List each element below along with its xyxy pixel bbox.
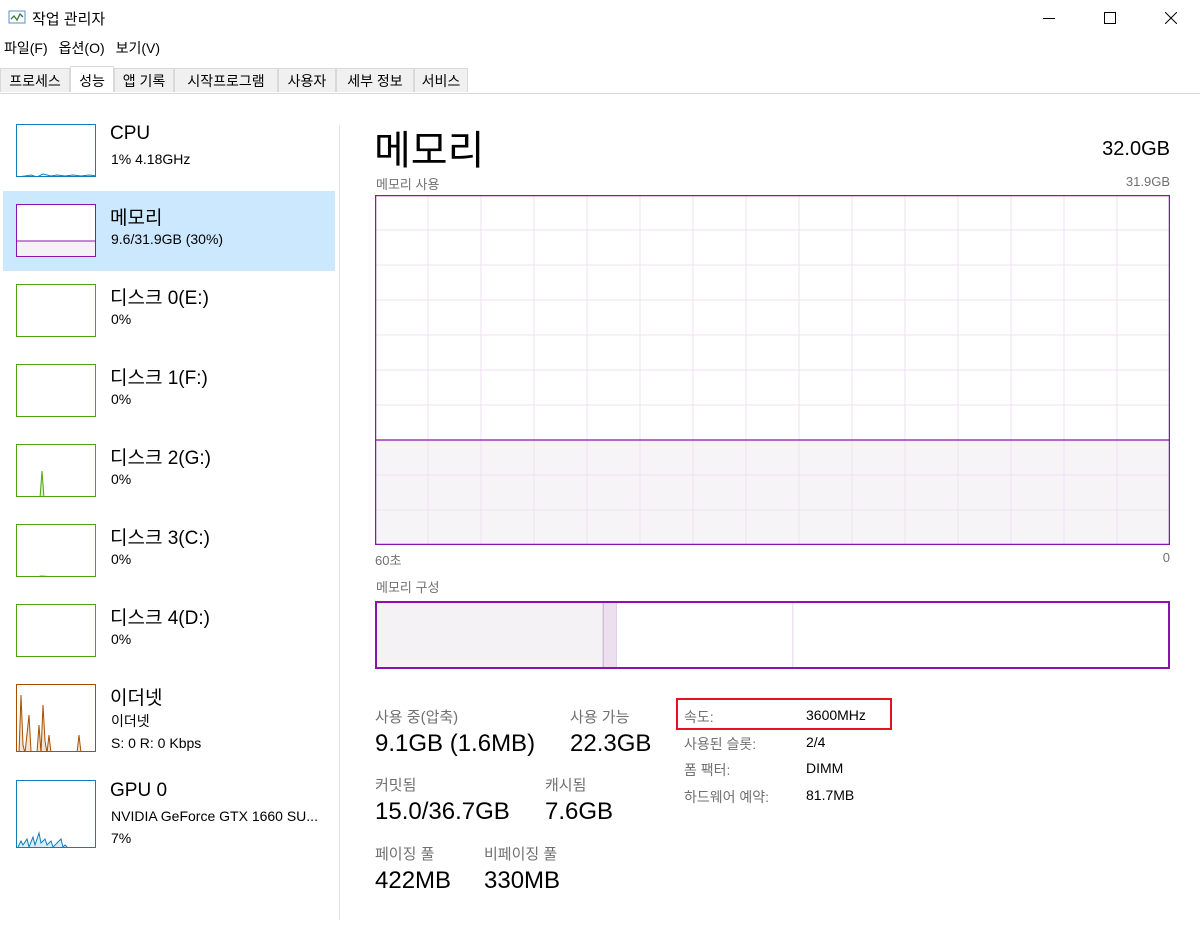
sidebar-item-disk-3[interactable]: 디스크 3(C:) 0%	[3, 511, 335, 591]
sidebar-detail: 7%	[111, 830, 132, 846]
stat-in-use-value: 9.1GB (1.6MB)	[375, 730, 536, 757]
disk-0-thumbnail-graph	[16, 284, 96, 337]
composition-modified-segment[interactable]	[603, 601, 617, 669]
spec-form-factor-label: 폼 팩터:	[684, 762, 731, 778]
sidebar-subtitle: 9.6/31.9GB (30%)	[111, 231, 224, 247]
sidebar-item-ethernet[interactable]: 이더넷 이더넷 S: 0 R: 0 Kbps	[3, 671, 335, 752]
menu-options[interactable]: 옵션(O)	[59, 38, 105, 60]
total-memory: 32.0GB	[1102, 138, 1170, 160]
stat-cached-value: 7.6GB	[545, 798, 614, 825]
stat-cached-label: 캐시됨	[545, 777, 587, 794]
stat-nonpaged-pool-label: 비페이징 풀	[484, 846, 558, 863]
stat-in-use-label: 사용 중(압축)	[375, 709, 459, 726]
spec-hardware-reserved-value: 81.7MB	[806, 787, 855, 803]
sidebar-title: 메모리	[110, 208, 163, 229]
menu-view[interactable]: 보기(V)	[116, 38, 160, 60]
ethernet-thumbnail-graph	[16, 684, 96, 752]
sidebar-item-cpu[interactable]: CPU 1% 4.18GHz	[3, 111, 335, 191]
stat-available-label: 사용 가능	[570, 709, 630, 726]
disk-1-thumbnail-graph	[16, 364, 96, 417]
gpu-thumbnail-graph	[16, 780, 96, 848]
disk-2-thumbnail-graph	[16, 444, 96, 497]
spec-slots-label: 사용된 슬롯:	[684, 736, 757, 752]
sidebar-divider	[339, 125, 340, 920]
sidebar-subtitle: 0%	[111, 631, 132, 647]
time-axis-right: 0	[1162, 550, 1170, 565]
tab-performance[interactable]: 성능	[70, 66, 114, 92]
stat-paged-pool-label: 페이징 풀	[375, 846, 435, 863]
cpu-thumbnail-graph	[16, 124, 96, 177]
minimize-button[interactable]	[1022, 0, 1076, 36]
sidebar-subtitle: 1% 4.18GHz	[111, 151, 191, 167]
sidebar-item-memory[interactable]: 메모리 9.6/31.9GB (30%)	[3, 191, 335, 271]
tab-services[interactable]: 서비스	[414, 68, 468, 92]
disk-4-thumbnail-graph	[16, 604, 96, 657]
time-axis-left: 60초	[375, 553, 402, 568]
sidebar-title: GPU 0	[110, 780, 168, 801]
close-button[interactable]	[1144, 0, 1198, 36]
tab-strip: 프로세스 성능 앱 기록 시작프로그램 사용자 세부 정보 서비스	[0, 66, 1200, 94]
tab-users[interactable]: 사용자	[278, 68, 336, 92]
sidebar-item-gpu-0[interactable]: GPU 0 NVIDIA GeForce GTX 1660 SU... 7%	[3, 768, 335, 848]
usage-graph-label: 메모리 사용	[376, 177, 440, 192]
composition-free-segment[interactable]	[793, 601, 1170, 669]
maximize-icon	[1104, 12, 1116, 24]
composition-label: 메모리 구성	[376, 580, 440, 595]
sidebar-item-disk-1[interactable]: 디스크 1(F:) 0%	[3, 351, 335, 431]
sidebar-title: CPU	[110, 123, 151, 144]
sidebar-item-disk-4[interactable]: 디스크 4(D:) 0%	[3, 591, 335, 671]
usage-graph-max: 31.9GB	[1125, 174, 1170, 189]
composition-standby-segment[interactable]	[616, 601, 794, 669]
tab-app-history[interactable]: 앱 기록	[114, 68, 174, 92]
close-icon	[1165, 12, 1177, 24]
sidebar-subtitle: 0%	[111, 471, 132, 487]
sidebar-detail: S: 0 R: 0 Kbps	[111, 735, 202, 751]
spec-speed-value: 3600MHz	[806, 707, 866, 723]
memory-composition-bar[interactable]	[375, 601, 1170, 669]
tab-startup[interactable]: 시작프로그램	[174, 68, 278, 92]
sidebar-subtitle: 0%	[111, 391, 132, 407]
stat-committed-value: 15.0/36.7GB	[375, 798, 510, 825]
memory-thumbnail-graph	[16, 204, 96, 257]
stat-available-value: 22.3GB	[570, 730, 652, 757]
menu-file[interactable]: 파일(F)	[4, 38, 48, 60]
sidebar-title: 디스크 3(C:)	[110, 528, 210, 549]
sidebar-item-disk-2[interactable]: 디스크 2(G:) 0%	[3, 431, 335, 511]
stat-nonpaged-pool-value: 330MB	[484, 867, 561, 894]
usage-fill-area	[375, 440, 1170, 545]
sidebar-subtitle: NVIDIA GeForce GTX 1660 SU...	[111, 808, 318, 824]
maximize-button[interactable]	[1083, 0, 1137, 36]
tab-processes[interactable]: 프로세스	[0, 68, 70, 92]
stat-paged-pool-value: 422MB	[375, 867, 452, 894]
sidebar-title: 디스크 0(E:)	[110, 288, 209, 309]
spec-form-factor-value: DIMM	[806, 760, 844, 776]
composition-in-use-segment[interactable]	[375, 601, 604, 669]
sidebar-title: 디스크 4(D:)	[110, 608, 210, 629]
disk-3-thumbnail-graph	[16, 524, 96, 577]
menu-bar: 파일(F) 옵션(O) 보기(V)	[0, 38, 167, 60]
memory-usage-graph	[375, 195, 1170, 545]
sidebar-title: 디스크 2(G:)	[110, 448, 211, 469]
stat-committed-label: 커밋됨	[375, 777, 417, 794]
task-manager-icon	[8, 10, 26, 24]
window-title: 작업 관리자	[32, 11, 106, 28]
spec-slots-value: 2/4	[806, 734, 826, 750]
title-bar: 작업 관리자	[0, 0, 1200, 36]
sidebar-title: 디스크 1(F:)	[110, 368, 208, 389]
sidebar-item-disk-0[interactable]: 디스크 0(E:) 0%	[3, 271, 335, 351]
sidebar-subtitle: 이더넷	[111, 713, 150, 729]
sidebar-subtitle: 0%	[111, 551, 132, 567]
page-title: 메모리	[374, 129, 485, 173]
minimize-icon	[1043, 18, 1055, 19]
sidebar-subtitle: 0%	[111, 311, 132, 327]
sidebar-title: 이더넷	[110, 688, 163, 709]
spec-speed-label: 속도:	[684, 709, 714, 725]
spec-hardware-reserved-label: 하드웨어 예약:	[684, 789, 770, 805]
tab-details[interactable]: 세부 정보	[336, 68, 414, 92]
